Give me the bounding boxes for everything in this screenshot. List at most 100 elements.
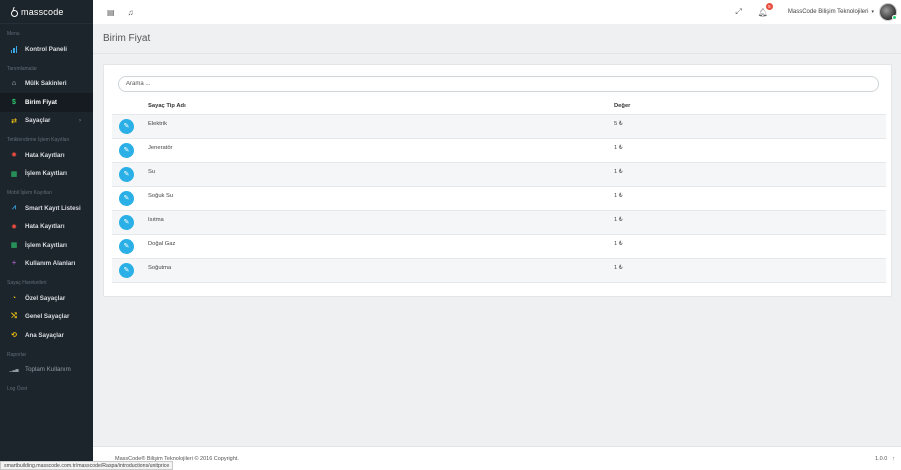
sidebar-item-label: Hata Kayıtları bbox=[25, 223, 65, 231]
sidebar-item[interactable]: ✹ Hata Kayıtları bbox=[0, 218, 93, 237]
table-icon: ▦ bbox=[10, 170, 18, 178]
cell-meter-type: Su bbox=[148, 162, 614, 187]
table-row: ✎ Elektrik 5 ₺ bbox=[112, 114, 886, 139]
page-header: Birim Fiyat bbox=[93, 24, 901, 54]
sidebar-nav: Menu Kontrol Paneli Tanımlamalar ⌂ Mülk Saki… bbox=[0, 24, 93, 395]
random-icon: ⤭ bbox=[11, 312, 17, 320]
footer: MassCode® Bilişim Teknolojileri © 2016 C… bbox=[93, 446, 901, 470]
sidebar-item-label: Toplam Kullanım bbox=[25, 366, 71, 374]
signal-icon: ▁▃▅ bbox=[9, 367, 19, 373]
cell-meter-type: Elektrik bbox=[148, 114, 614, 139]
table-header-meter-type: Sayaç Tip Adı bbox=[148, 98, 614, 115]
sidebar-item-label: Genel Sayaçlar bbox=[25, 313, 70, 321]
sidebar-item-label: Hata Kayıtları bbox=[25, 151, 65, 159]
edit-button[interactable]: ✎ bbox=[119, 238, 134, 254]
cell-meter-type: Doğal Gaz bbox=[148, 234, 614, 259]
cell-value: 1 ₺ bbox=[614, 162, 886, 187]
sidebar-item-label: İşlem Kayıtları bbox=[25, 241, 67, 249]
edit-button[interactable]: ✎ bbox=[119, 166, 134, 182]
sidebar-item[interactable]: Kontrol Paneli bbox=[0, 40, 93, 59]
row-action-cell: ✎ bbox=[112, 138, 148, 163]
cell-value: 1 ₺ bbox=[614, 138, 886, 163]
status-bar-url: smartbuilding.masscode.com.tr/masscode/R… bbox=[0, 461, 174, 470]
scroll-top-icon[interactable]: ↑ bbox=[892, 456, 895, 462]
tachometer-icon: ◔ bbox=[11, 294, 17, 302]
sidebar-item-label: Özel Sayaçlar bbox=[25, 294, 66, 302]
sidebar-item[interactable]: ⇄ Sayaçlar › bbox=[0, 112, 93, 131]
chevron-right-icon: › bbox=[79, 117, 81, 124]
cell-value: 1 ₺ bbox=[614, 210, 886, 235]
brand-logo[interactable]: masscode bbox=[0, 0, 93, 24]
cell-meter-type: Jeneratör bbox=[148, 138, 614, 163]
edit-icon: ✎ bbox=[123, 171, 130, 178]
unit-price-card: Sayaç Tip Adı Değer ✎ Elektrik5 ₺ ✎ Jenerat… bbox=[103, 64, 892, 297]
top-bar: ▤ ♫ ⤢ 🔔︎ 5 MassCode Bilişim Teknolojiler… bbox=[93, 0, 901, 24]
user-menu-name[interactable]: MassCode Bilişim Teknolojileri bbox=[788, 9, 869, 15]
sidebar-section-header: Tanımlamalar bbox=[7, 65, 38, 72]
sidebar-item[interactable]: ⌂ Mülk Sakinleri bbox=[0, 75, 93, 94]
bell-outline-icon[interactable]: ♫ bbox=[128, 8, 134, 17]
cell-value: 5 ₺ bbox=[614, 114, 886, 139]
sidebar-item-label: Ana Sayaçlar bbox=[25, 331, 64, 339]
sidebar: masscode Menu Kontrol Paneli Tanımlamalar ⌂… bbox=[0, 0, 93, 470]
sidebar-item[interactable]: ⤭ Genel Sayaçlar bbox=[0, 308, 93, 327]
edit-button[interactable]: ✎ bbox=[119, 118, 134, 134]
page-title: Birim Fiyat bbox=[103, 33, 151, 44]
bug-icon: ✹ bbox=[11, 152, 17, 160]
edit-button[interactable]: ✎ bbox=[119, 214, 134, 230]
sidebar-item-label: Sayaçlar bbox=[25, 117, 51, 125]
brand-name: masscode bbox=[21, 6, 64, 17]
row-action-cell: ✎ bbox=[112, 186, 148, 211]
table-row: ✎ Doğal Gaz 1 ₺ bbox=[112, 234, 886, 259]
edit-icon: ✎ bbox=[123, 195, 130, 202]
sidebar-item[interactable]: ▁▃▅ Toplam Kullanım bbox=[0, 361, 93, 380]
edit-icon: ✎ bbox=[123, 219, 130, 226]
table-header-row: Sayaç Tip Adı Değer bbox=[112, 98, 886, 115]
home-icon: ⌂ bbox=[11, 80, 17, 88]
sidebar-item[interactable]: $ Birim Fiyat bbox=[0, 93, 93, 112]
cell-meter-type: Soğuk Su bbox=[148, 186, 614, 211]
edit-button[interactable]: ✎ bbox=[119, 142, 134, 158]
edit-button[interactable]: ✎ bbox=[119, 190, 134, 206]
sidebar-item[interactable]: ⩘ Smart Kayıt Listesi bbox=[0, 199, 93, 218]
plus-icon: + bbox=[11, 260, 17, 268]
logo-icon bbox=[10, 7, 18, 17]
sidebar-item[interactable]: ▦ İşlem Kayıtları bbox=[0, 165, 93, 184]
avatar[interactable] bbox=[879, 3, 897, 21]
sidebar-item[interactable]: ▦ İşlem Kayıtları bbox=[0, 236, 93, 255]
notification-bell[interactable]: 🔔︎ 5 bbox=[758, 2, 773, 17]
row-action-cell: ✎ bbox=[112, 258, 148, 283]
cell-value: 1 ₺ bbox=[614, 258, 886, 283]
exchange-icon: ⇄ bbox=[11, 117, 17, 125]
table-row: ✎ Su 1 ₺ bbox=[112, 162, 886, 187]
edit-button[interactable]: ✎ bbox=[119, 262, 134, 278]
row-action-cell: ✎ bbox=[112, 210, 148, 235]
sidebar-section-header: Sayaç Hareketleri bbox=[7, 280, 47, 286]
notification-badge: 5 bbox=[765, 2, 773, 10]
table-row: ✎ Soğutma 1 ₺ bbox=[112, 258, 886, 283]
sidebar-toggle-icon[interactable]: ▤ bbox=[107, 8, 115, 17]
footer-version: 1.0.0 bbox=[875, 455, 888, 462]
edit-icon: ✎ bbox=[123, 147, 130, 154]
sidebar-item[interactable]: ✹ Hata Kayıtları bbox=[0, 146, 93, 165]
bug-icon: ✹ bbox=[11, 223, 17, 231]
sidebar-section-header: Tetiklendirme İşlem Kayıtları bbox=[7, 137, 70, 143]
sidebar-section-header: Raporlar bbox=[7, 351, 27, 358]
table-body: ✎ Elektrik 5 ₺ ✎ Jeneratör 1 ₺ ✎ Su 1 ₺ ✎ Soğuk Su… bbox=[112, 114, 886, 283]
sidebar-item[interactable]: ⟲ Ana Sayaçlar bbox=[0, 326, 93, 345]
table-row: ✎ Isıtma 1 ₺ bbox=[112, 210, 886, 235]
edit-icon: ✎ bbox=[123, 243, 130, 250]
sidebar-item-label: Mülk Sakinleri bbox=[25, 80, 67, 88]
bar-chart-icon bbox=[10, 45, 18, 53]
search-input[interactable] bbox=[118, 76, 879, 92]
cell-meter-type: Isıtma bbox=[148, 210, 614, 235]
cell-value: 1 ₺ bbox=[614, 186, 886, 211]
unit-price-table: Sayaç Tip Adı Değer ✎ Elektrik 5 ₺ ✎ Jenerat… bbox=[112, 98, 886, 283]
caret-down-icon[interactable]: ▾ bbox=[871, 9, 874, 15]
sidebar-item-label: Kontrol Paneli bbox=[25, 45, 67, 53]
sidebar-item[interactable]: ◔ Özel Sayaçlar bbox=[0, 289, 93, 308]
fullscreen-icon[interactable]: ⤢ bbox=[735, 7, 741, 17]
cell-value: 1 ₺ bbox=[614, 234, 886, 259]
sidebar-item[interactable]: + Kullanım Alanları bbox=[0, 255, 93, 274]
table-row: ✎ Jeneratör 1 ₺ bbox=[112, 138, 886, 163]
